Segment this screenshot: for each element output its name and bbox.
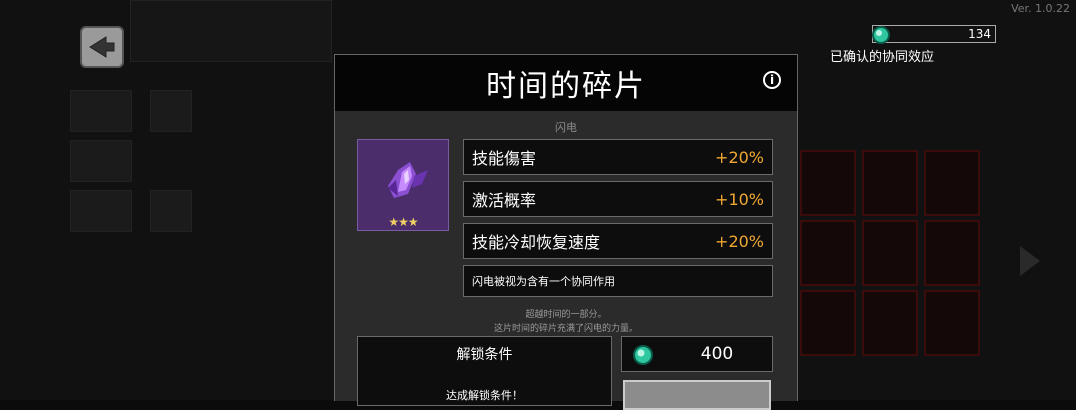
gem-icon: [872, 26, 890, 44]
item-category: 闪电: [555, 121, 577, 134]
confirmed-synergy-link[interactable]: 已确认的协同效应: [830, 46, 934, 65]
item-detail-modal: 时间的碎片 i 闪电 ★★★ 技能傷害 +20% 激活概率 +10% 技能冷却恢…: [334, 54, 798, 410]
stat-row: 技能冷却恢复速度 +20%: [463, 223, 773, 259]
description-line: 这片时间的碎片充满了闪电的力量。: [493, 324, 638, 334]
gem-icon: [633, 345, 653, 365]
background-slot: [862, 290, 918, 356]
stat-name: 技能傷害: [472, 149, 537, 168]
currency-amount: 134: [968, 27, 991, 41]
item-title: 时间的碎片: [486, 69, 646, 104]
unlock-button[interactable]: [623, 380, 771, 410]
stat-name: 技能冷却恢复速度: [472, 233, 601, 252]
stat-row: 激活概率 +10%: [463, 181, 773, 217]
back-button[interactable]: [80, 26, 124, 68]
price-amount: 400: [700, 344, 734, 364]
stat-name: 激活概率: [472, 191, 537, 210]
crystal-shard-icon: [388, 162, 428, 198]
synergy-note: 闪电被视为含有一个协同作用: [463, 265, 773, 297]
background-slot: [924, 150, 980, 216]
background-tile: [150, 90, 192, 132]
modal-header: 时间的碎片 i: [335, 55, 797, 111]
background-tile: [150, 190, 192, 232]
unlock-condition-panel: 解锁条件 达成解锁条件！: [357, 336, 612, 406]
background-panel: [130, 0, 332, 62]
stat-value: +20%: [715, 147, 764, 167]
price-display: 400: [621, 336, 773, 372]
background-slot: [862, 150, 918, 216]
version-label: Ver. 1.0.22: [1011, 2, 1070, 15]
background-slot: [800, 150, 856, 216]
info-icon[interactable]: i: [763, 71, 781, 89]
unlock-title: 解锁条件: [456, 347, 513, 363]
rarity-stars: ★★★: [388, 215, 418, 229]
background-slot: [800, 220, 856, 286]
stat-value: +20%: [715, 231, 764, 251]
background-tile: [70, 90, 132, 132]
background-slot: [924, 220, 980, 286]
item-image: ★★★: [357, 139, 449, 231]
background-tile: [70, 140, 132, 182]
background-tile: [70, 190, 132, 232]
stat-row: 技能傷害 +20%: [463, 139, 773, 175]
next-arrow-icon[interactable]: [1018, 244, 1042, 278]
background-slot: [862, 220, 918, 286]
description-line: 超越时间的一部分。: [525, 310, 607, 320]
back-arrow-icon: [89, 36, 115, 58]
background-slot: [800, 290, 856, 356]
unlock-status: 达成解锁条件！: [446, 389, 523, 402]
stat-value: +10%: [715, 189, 764, 209]
currency-counter: 134: [872, 25, 996, 44]
background-slot: [924, 290, 980, 356]
